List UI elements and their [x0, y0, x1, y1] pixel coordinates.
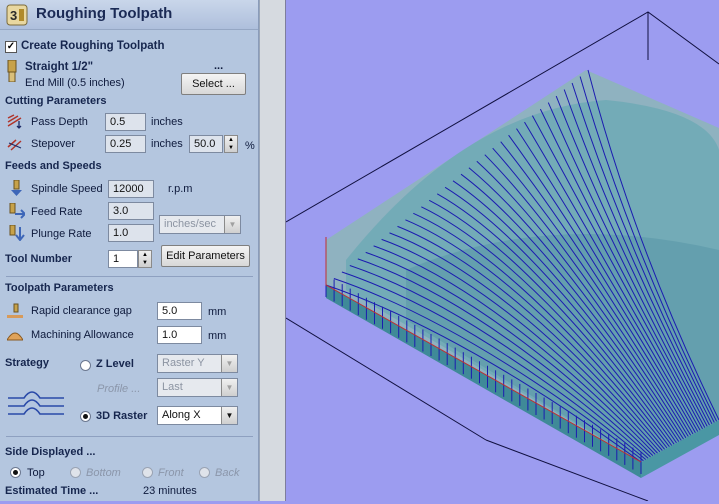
chevron-down-icon: ▼	[221, 379, 237, 396]
side-bottom-radio[interactable]	[70, 467, 81, 478]
machining-allowance-unit: mm	[208, 330, 227, 342]
plunge-rate-label: Plunge Rate	[31, 228, 92, 240]
chevron-down-icon: ▼	[224, 216, 240, 233]
strategy-preview-icon	[8, 391, 64, 415]
tool-description: End Mill (0.5 inches)	[25, 77, 125, 89]
3d-view[interactable]	[285, 0, 719, 502]
feed-rate-input[interactable]: 3.0	[108, 202, 154, 220]
stepover-label: Stepover	[31, 138, 76, 150]
side-back-radio[interactable]	[199, 467, 210, 478]
stepover-unit: inches	[151, 138, 183, 150]
spindle-speed-icon	[11, 180, 22, 196]
spindle-speed-label: Spindle Speed	[31, 183, 103, 195]
section-divider	[6, 436, 253, 437]
spindle-speed-unit: r.p.m	[168, 183, 193, 195]
side-top-label: Top	[27, 467, 45, 479]
create-roughing-label: Create Roughing Toolpath	[21, 40, 165, 52]
roughing-toolpath-icon: 3	[6, 4, 28, 26]
panel-title: Roughing Toolpath	[36, 5, 173, 22]
strategy-label: Strategy	[5, 357, 50, 369]
zlevel-radio[interactable]	[80, 360, 91, 371]
feeds-speeds-header: Feeds and Speeds	[5, 160, 102, 172]
plunge-rate-icon	[9, 225, 25, 241]
chevron-down-icon: ▼	[221, 355, 237, 372]
roughing-toolpath-panel: 3 Roughing Toolpath ✓ Create Roughing To…	[0, 0, 259, 501]
end-mill-icon	[7, 60, 17, 82]
toolpath-parameters-header: Toolpath Parameters	[5, 282, 114, 294]
machining-allowance-label: Machining Allowance	[31, 329, 134, 341]
zlevel-value: Raster Y	[162, 357, 205, 369]
3d-raster-dropdown[interactable]: Along X ▼	[157, 406, 238, 425]
side-bottom-label: Bottom	[86, 467, 121, 479]
side-back-label: Back	[215, 467, 240, 479]
estimated-time-value: 23 minutes	[143, 485, 197, 497]
tool-ellipsis: ...	[214, 60, 224, 72]
feed-rate-label: Feed Rate	[31, 206, 83, 218]
stepover-spinner[interactable]: ▲ ▼	[224, 135, 238, 153]
pass-depth-unit: inches	[151, 116, 183, 128]
3d-raster-radio[interactable]	[80, 411, 91, 422]
select-tool-button[interactable]: Select ...	[181, 73, 246, 95]
svg-text:3: 3	[10, 8, 17, 23]
tool-number-spinner[interactable]: ▲ ▼	[138, 250, 152, 268]
rate-unit-dropdown[interactable]: inches/sec ▼	[159, 215, 241, 234]
toolpath-preview	[285, 11, 719, 502]
rapid-clearance-input[interactable]: 5.0	[157, 302, 202, 320]
pass-depth-label: Pass Depth	[31, 116, 88, 128]
spindle-speed-input[interactable]: 12000	[108, 180, 154, 198]
profile-value: Last	[162, 381, 183, 393]
3d-raster-label: 3D Raster	[96, 410, 148, 422]
side-top-radio[interactable]	[10, 467, 21, 478]
zlevel-label: Z Level	[96, 358, 134, 370]
tool-number-input[interactable]: 1	[108, 250, 138, 268]
side-front-label: Front	[158, 467, 184, 479]
tool-number-label: Tool Number	[5, 253, 73, 265]
panel-titlebar: 3 Roughing Toolpath	[0, 0, 258, 30]
stepover-input[interactable]: 0.25	[105, 135, 146, 153]
rate-unit-value: inches/sec	[164, 218, 216, 230]
panel-splitter[interactable]	[259, 0, 286, 501]
chevron-down-icon: ▼	[221, 407, 237, 424]
stepover-percent-input[interactable]: 50.0	[189, 135, 223, 153]
stepover-icon	[7, 139, 22, 151]
edit-parameters-button[interactable]: Edit Parameters	[161, 245, 250, 267]
machining-allowance-input[interactable]: 1.0	[157, 326, 202, 344]
percent-sign: %	[245, 140, 255, 152]
side-front-radio[interactable]	[142, 467, 153, 478]
section-divider	[6, 276, 253, 277]
pass-depth-icon	[7, 114, 22, 129]
3d-raster-value: Along X	[162, 409, 201, 421]
tool-name: Straight 1/2"	[25, 61, 94, 73]
plunge-rate-input[interactable]: 1.0	[108, 224, 154, 242]
profile-label: Profile ...	[97, 383, 141, 395]
zlevel-dropdown[interactable]: Raster Y ▼	[157, 354, 238, 373]
feed-rate-icon	[9, 203, 25, 219]
rapid-clearance-label: Rapid clearance gap	[31, 305, 132, 317]
create-roughing-checkbox[interactable]: ✓	[5, 41, 17, 53]
rapid-clearance-icon	[7, 303, 23, 318]
cutting-parameters-header: Cutting Parameters	[5, 95, 107, 107]
pass-depth-input[interactable]: 0.5	[105, 113, 146, 131]
estimated-time-label: Estimated Time ...	[5, 485, 99, 497]
profile-dropdown[interactable]: Last ▼	[157, 378, 238, 397]
rapid-clearance-unit: mm	[208, 306, 227, 318]
side-displayed-header: Side Displayed ...	[5, 446, 96, 458]
machining-allowance-icon	[7, 332, 23, 341]
